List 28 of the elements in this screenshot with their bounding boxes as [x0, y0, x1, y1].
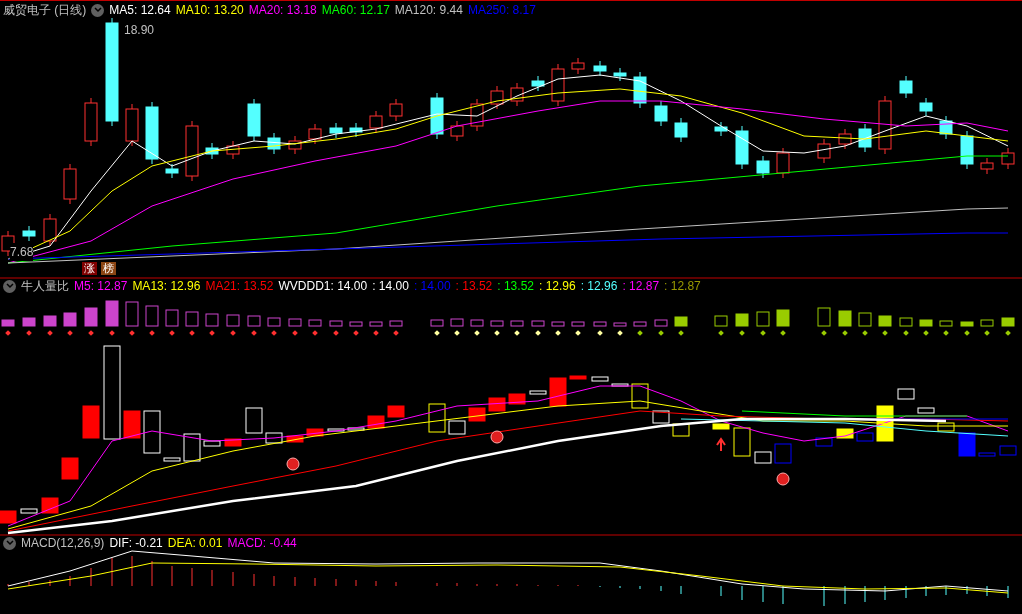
indicator-value: : 13.52	[455, 278, 493, 295]
indicator-value: M5: 12.87	[74, 278, 128, 295]
pane-title: 牛人量比	[21, 278, 69, 295]
pane-title: MACD(12,26,9)	[21, 535, 105, 552]
indicator-value: MA13: 12.96	[132, 278, 201, 295]
indicator-value: MA120: 9.44	[394, 2, 463, 19]
indicator-value: : 14.00	[413, 278, 451, 295]
indicator-value: : 13.52	[497, 278, 534, 295]
indicator-value: WVDDD1: 14.00	[278, 278, 368, 295]
indicator-value: DEA: 0.01	[167, 535, 223, 552]
indicator-value: MA10: 13.20	[175, 2, 244, 19]
indicator-value: : 12.96	[539, 278, 576, 295]
indicator-value: : 12.96	[580, 278, 618, 295]
badge: 榜	[101, 262, 116, 275]
indicator-value: : 14.00	[372, 278, 409, 295]
indicator-value: MA21: 13.52	[205, 278, 274, 295]
indicator-value: DIF: -0.21	[109, 535, 163, 552]
indicator-value: MA20: 13.18	[248, 2, 317, 19]
indicator-value: : 12.87	[622, 278, 660, 295]
high-price-label: 18.90	[124, 22, 155, 39]
badge: 涨	[82, 262, 97, 275]
indicator-value: MACD: -0.44	[227, 535, 297, 552]
indicator-value: : 12.87	[664, 278, 701, 295]
low-price-label: 7.68	[10, 243, 34, 261]
indicator-value: MA60: 12.17	[321, 2, 390, 19]
indicator-value: MA250: 8.17	[467, 2, 536, 19]
indicator-value: MA5: 12.64	[109, 2, 171, 19]
pane-title: 威贸电子 (日线)	[3, 2, 87, 19]
